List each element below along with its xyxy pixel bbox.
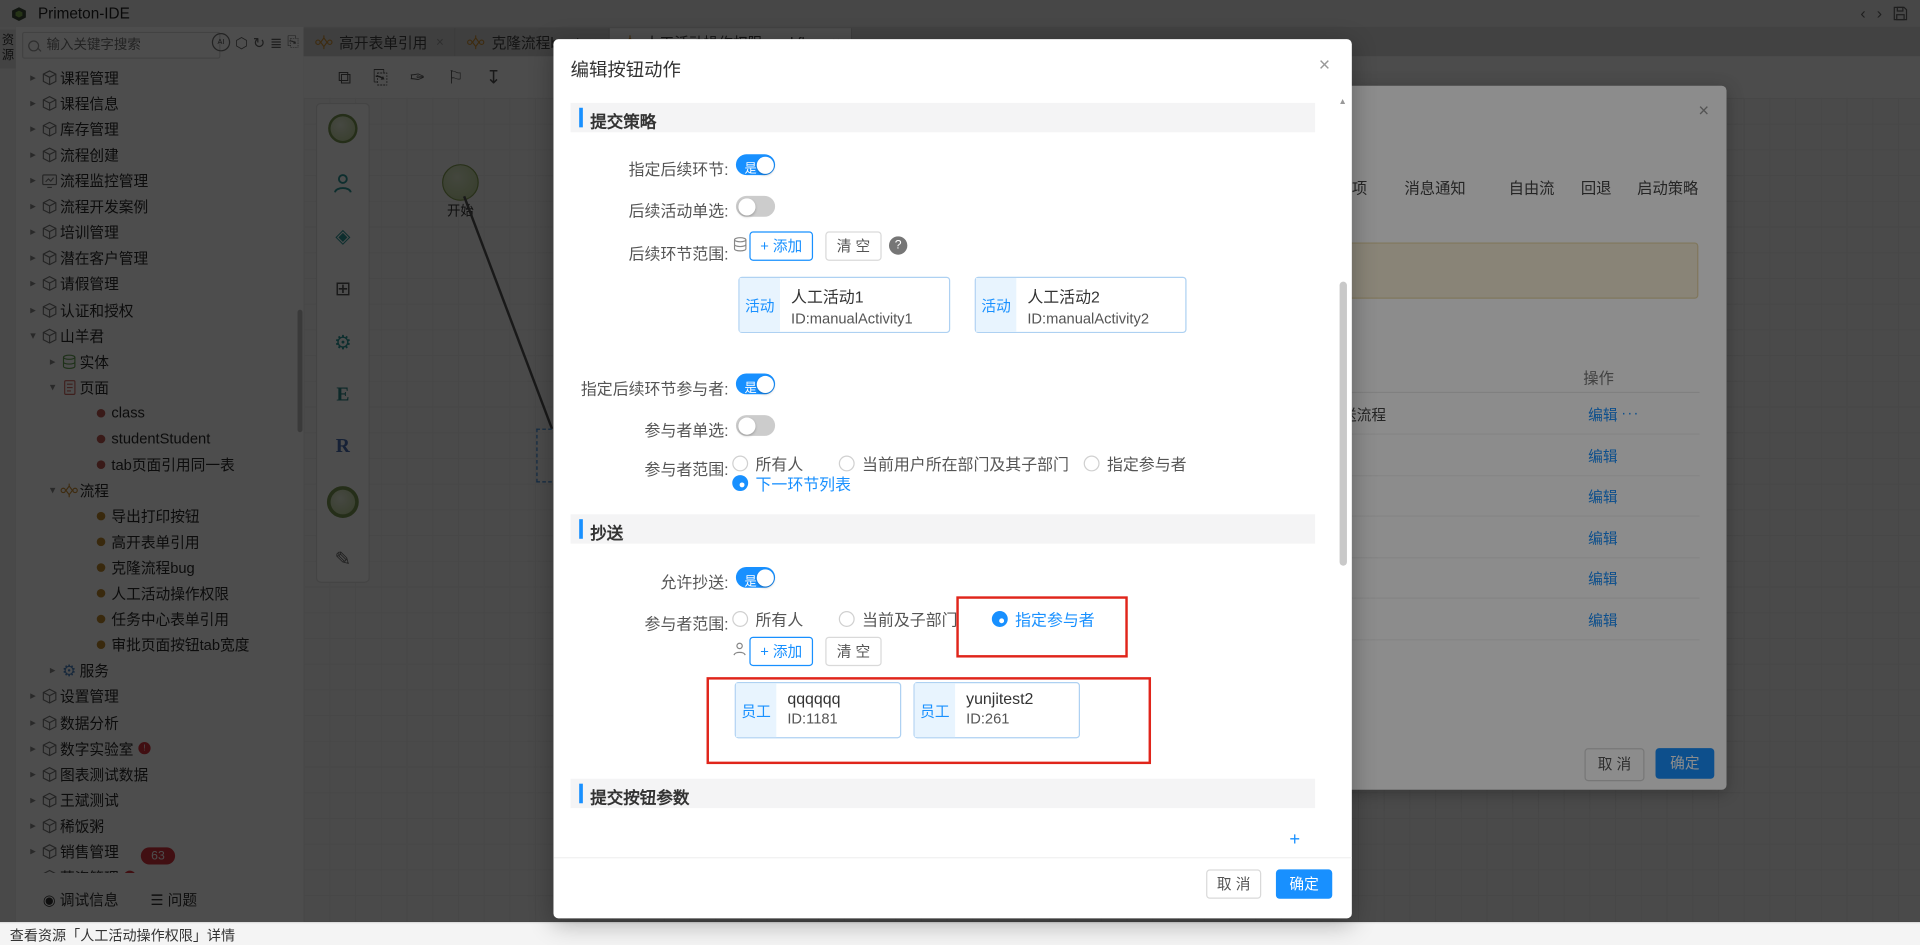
toggle-participant-single[interactable] <box>736 415 775 436</box>
label-specify-next: 指定后续环节: <box>553 157 728 180</box>
scroll-up-icon[interactable]: ▲ <box>1338 98 1346 107</box>
footer-divider <box>553 857 1351 858</box>
label-participant-scope: 参与者范围: <box>553 457 728 480</box>
activity-tag: 活动 <box>976 278 1016 332</box>
label-cc-scope: 参与者范围: <box>553 611 728 634</box>
label-specify-participant: 指定后续环节参与者: <box>553 376 728 399</box>
section-accent <box>579 108 583 128</box>
toggle-allow-cc[interactable]: 是 <box>736 567 775 588</box>
ok-button[interactable]: 确定 <box>1276 869 1332 898</box>
section-accent <box>579 784 583 804</box>
radio-icon[interactable] <box>732 611 748 627</box>
radio-participant-scope-0[interactable]: 所有人 <box>732 454 803 472</box>
toggle-knob <box>738 198 755 215</box>
toggle-specify-participant[interactable]: 是 <box>736 373 775 394</box>
radio-label: 所有人 <box>756 607 804 630</box>
toggle-knob <box>738 417 755 434</box>
close-icon[interactable]: × <box>1319 55 1330 77</box>
activity-id: ID:manualActivity2 <box>1027 310 1149 327</box>
highlight-box-employees <box>707 677 1151 764</box>
toggle-specify-next[interactable]: 是 <box>736 154 775 175</box>
radio-icon[interactable] <box>1084 456 1100 472</box>
status-bar: 查看资源「人工活动操作权限」详情 <box>0 922 1920 945</box>
radio-cc-scope-0[interactable]: 所有人 <box>732 610 803 628</box>
dialog-scrollbar[interactable] <box>1340 282 1347 566</box>
radio-label: 指定参与者 <box>1107 452 1187 475</box>
radio-label: 当前及子部门 <box>862 607 958 630</box>
radio-label: 下一环节列表 <box>756 471 852 494</box>
label-next-scope: 后续环节范围: <box>553 241 728 264</box>
section-cc: 抄送 <box>571 514 1315 543</box>
add-param-icon[interactable]: + <box>1289 829 1300 850</box>
activity-scope-icon <box>732 236 748 256</box>
cancel-button[interactable]: 取 消 <box>1206 869 1261 898</box>
add-next-activity-button[interactable]: + 添加 <box>749 231 813 260</box>
toggle-knob <box>756 156 773 173</box>
label-next-single: 后续活动单选: <box>553 198 728 221</box>
radio-label: 当前用户所在部门及其子部门 <box>862 452 1069 475</box>
edit-button-action-dialog: 编辑按钮动作 × ▲ 提交策略 指定后续环节: 是 后续活动单选: 后续环节范围… <box>553 39 1351 918</box>
toggle-next-single[interactable] <box>736 196 775 217</box>
help-icon[interactable]: ? <box>889 236 907 254</box>
label-allow-cc: 允许抄送: <box>553 569 728 592</box>
radio-icon[interactable] <box>732 456 748 472</box>
radio-icon[interactable] <box>839 456 855 472</box>
toggle-knob <box>756 569 773 586</box>
activity-tag: 活动 <box>740 278 780 332</box>
ide-window: Primeton-IDE ‹› 资源 AI⬡↻≣⎘ ▸课程管理▸课程信息▸库存管… <box>0 0 1920 945</box>
highlight-box-radio <box>956 596 1127 657</box>
activity-card: 活动人工活动2 ID:manualActivity2 <box>975 277 1187 333</box>
section-accent <box>579 519 583 539</box>
status-text: 查看资源「人工活动操作权限」详情 <box>10 925 235 945</box>
section-submit-strategy: 提交策略 <box>571 103 1315 132</box>
add-cc-participant-button[interactable]: + 添加 <box>749 637 813 666</box>
clear-next-activity-button[interactable]: 清 空 <box>825 231 881 260</box>
toggle-knob <box>756 375 773 392</box>
label-participant-single: 参与者单选: <box>553 418 728 441</box>
radio-participant-scope-2[interactable]: 指定参与者 <box>1084 454 1187 472</box>
radio-icon[interactable] <box>839 611 855 627</box>
radio-participant-scope-1[interactable]: 当前用户所在部门及其子部门 <box>839 454 1069 472</box>
radio-cc-scope-1[interactable]: 当前及子部门 <box>839 610 958 628</box>
section-submit-params: 提交按钮参数 <box>571 779 1315 808</box>
dialog-title: 编辑按钮动作 <box>571 56 681 82</box>
participant-scope-icon <box>732 642 747 660</box>
activity-id: ID:manualActivity1 <box>791 310 913 327</box>
activity-name: 人工活动2 <box>1027 284 1149 307</box>
activity-name: 人工活动1 <box>791 284 913 307</box>
radio-next-step-list[interactable]: 下一环节列表 <box>732 474 851 492</box>
clear-cc-participant-button[interactable]: 清 空 <box>825 637 881 666</box>
radio-icon[interactable] <box>732 475 748 491</box>
activity-card: 活动人工活动1 ID:manualActivity1 <box>738 277 950 333</box>
